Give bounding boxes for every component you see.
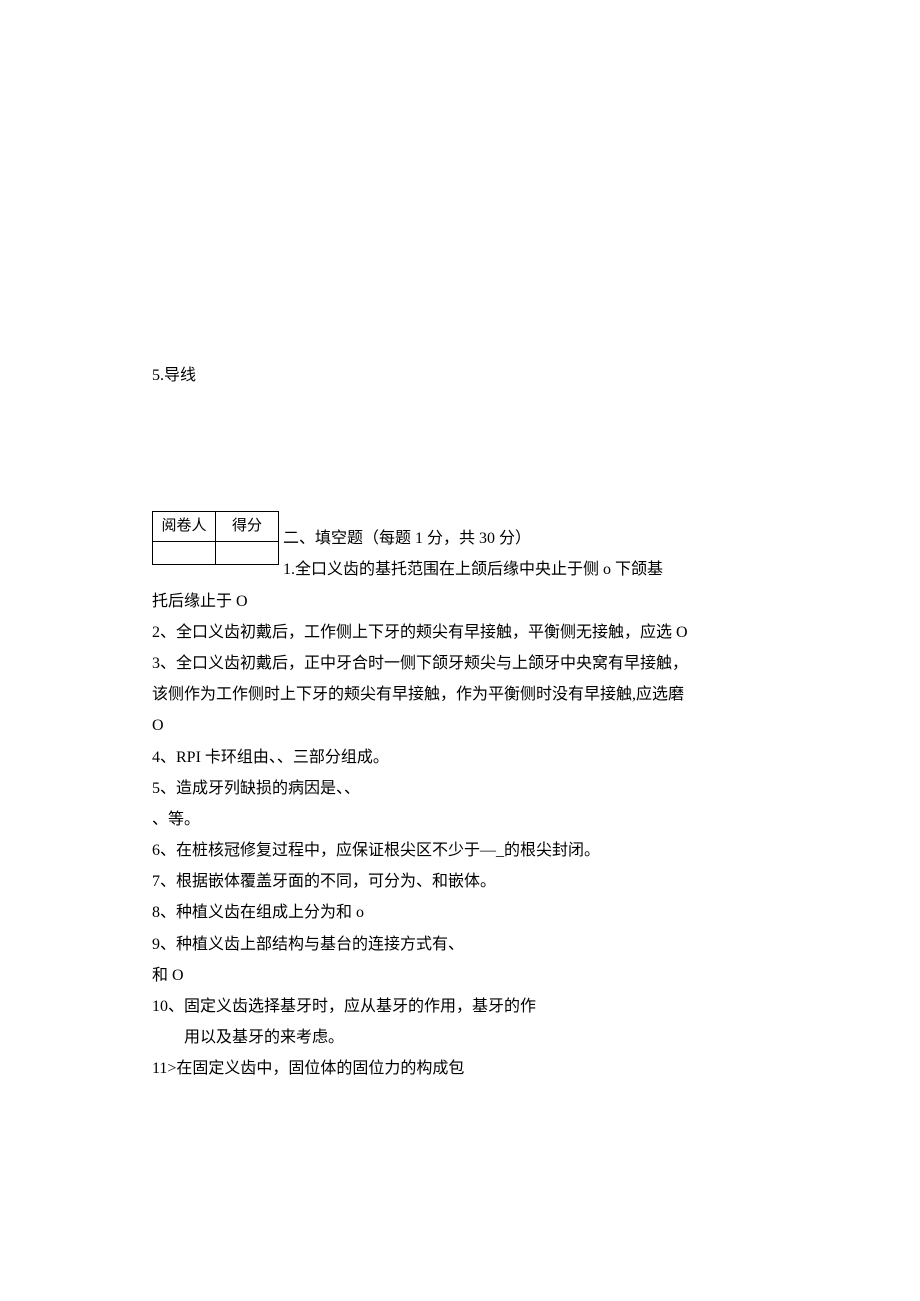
vertical-spacer: [152, 391, 768, 509]
score-table: 阅卷人 得分: [152, 511, 279, 565]
question-4: 4、RPI 卡环组由、、三部分组成。: [152, 742, 768, 773]
question-7: 7、根据嵌体覆盖牙面的不同，可分为、和嵌体。: [152, 866, 768, 897]
question-9-line-b: 和 O: [152, 960, 768, 991]
question-3-line-c: O: [152, 710, 768, 741]
page-content: 5.导线 阅卷人 得分 二、填空题（每题 1 分，共 30 分） 1.全口义齿的…: [0, 0, 920, 1085]
question-5-line-b: 、等。: [152, 804, 768, 835]
question-3-line-a: 3、全口义齿初戴后，正中牙合时一侧下颌牙颊尖与上颌牙中央窝有早接触，: [152, 648, 768, 679]
question-2: 2、全口义齿初戴后，工作侧上下牙的颊尖有早接触，平衡侧无接触，应选 O: [152, 617, 768, 648]
question-3-line-b: 该侧作为工作侧时上下牙的颊尖有早接触，作为平衡侧时没有早接触,应选磨: [152, 679, 768, 710]
question-10-line-b: 用以及基牙的来考虑。: [152, 1022, 768, 1053]
score-header-score: 得分: [216, 512, 279, 542]
question-1-line-b: 托后缘止于 O: [152, 586, 768, 617]
score-header-grader: 阅卷人: [153, 512, 216, 542]
question-10-line-a: 10、固定义齿选择基牙时，应从基牙的作用，基牙的作: [152, 991, 768, 1022]
question-9-line-a: 9、种植义齿上部结构与基台的连接方式有、: [152, 929, 768, 960]
question-6: 6、在桩核冠修复过程中，应保证根尖区不少于—_的根尖封闭。: [152, 835, 768, 866]
question-11: 11>在固定义齿中，固位体的固位力的构成包: [152, 1053, 768, 1084]
question-5-line-a: 5、造成牙列缺损的病因是、、: [152, 773, 768, 804]
score-cell-grader: [153, 542, 216, 565]
score-cell-score: [216, 542, 279, 565]
question-8: 8、种植义齿在组成上分为和 o: [152, 897, 768, 928]
question-5-daoxian: 5.导线: [152, 360, 768, 391]
